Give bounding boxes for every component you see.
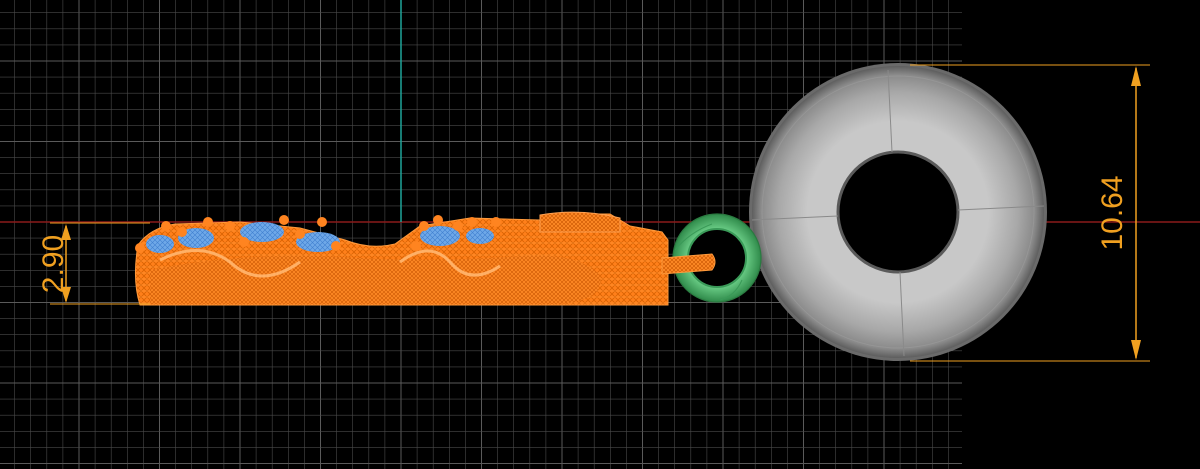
dimension-label-large: 10.64 (1096, 175, 1129, 250)
dimension-small-height[interactable]: 2.90 (37, 222, 150, 305)
dimension-label-small: 2.90 (37, 235, 70, 293)
pendant-body-model[interactable] (134, 211, 716, 306)
viewport-canvas[interactable]: 2.90 10.64 (0, 0, 1200, 469)
3d-viewport[interactable]: 2.90 10.64 (0, 0, 1200, 469)
large-ring-model[interactable] (749, 63, 1047, 361)
